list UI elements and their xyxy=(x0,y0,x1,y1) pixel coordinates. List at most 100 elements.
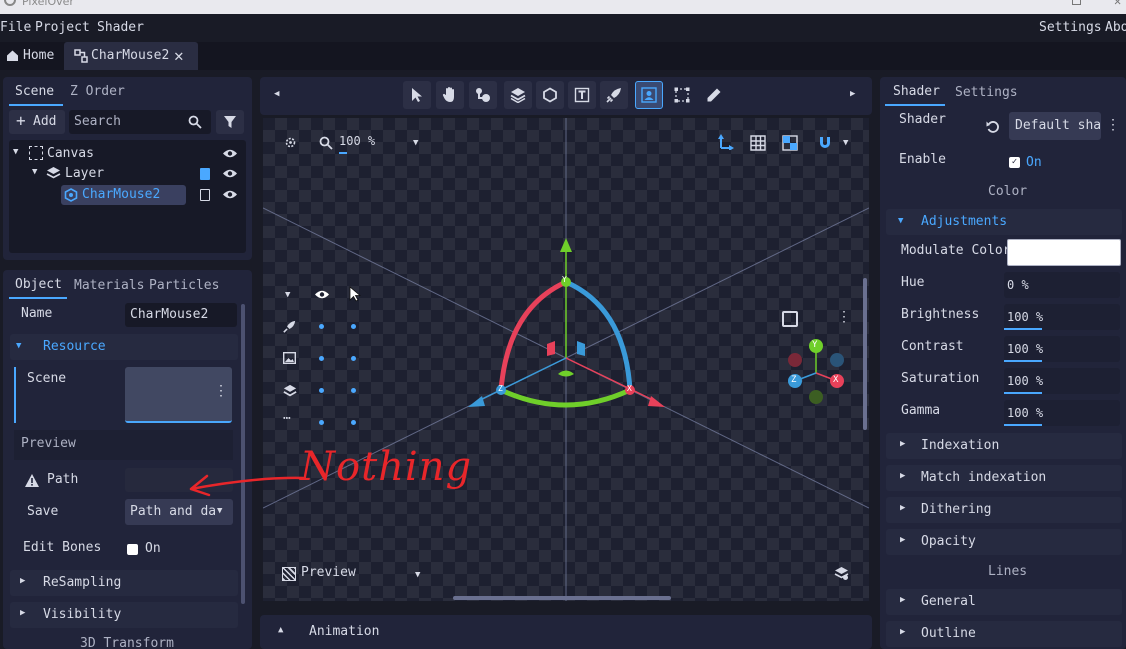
more-icon[interactable]: ⋮ xyxy=(214,383,228,399)
dot-marker[interactable] xyxy=(351,324,356,329)
tree-item-selected[interactable]: CharMouse2 xyxy=(61,185,186,205)
more-horizontal-icon[interactable]: ⋯ xyxy=(283,411,291,426)
tab-charmouse2[interactable]: CharMouse2 ✕ xyxy=(64,42,198,70)
tab-settings[interactable]: Settings xyxy=(955,85,1018,100)
resource-section[interactable]: ▼ Resource xyxy=(10,334,238,360)
tab-materials[interactable]: Materials xyxy=(74,278,144,293)
trash-outline-icon[interactable] xyxy=(200,189,210,201)
tree-expand-icon[interactable]: ▼ xyxy=(32,167,37,177)
adjustments-section[interactable]: ▼ Adjustments xyxy=(886,209,1122,235)
snap-dropdown-icon[interactable]: ▼ xyxy=(843,138,848,148)
edit-bones-checkbox[interactable] xyxy=(127,544,138,555)
tab-object[interactable]: Object xyxy=(15,277,62,292)
tree-expand-icon[interactable]: ▼ xyxy=(13,147,18,157)
preview-dropdown-label[interactable]: Preview xyxy=(301,565,356,580)
vertical-scrollbar[interactable] xyxy=(863,278,867,430)
text-tool-button[interactable] xyxy=(568,81,596,109)
brightness-input[interactable]: 100 % xyxy=(1004,304,1120,330)
dot-marker[interactable] xyxy=(319,356,324,361)
eye-icon[interactable] xyxy=(222,189,238,200)
object-scrollbar[interactable] xyxy=(241,304,245,604)
magnet-icon[interactable] xyxy=(818,136,832,150)
shader-selector[interactable]: Default sha xyxy=(1009,112,1101,140)
menu-file[interactable]: File xyxy=(0,20,31,35)
draw-tool-button[interactable] xyxy=(700,81,728,109)
layer-tool-button[interactable] xyxy=(504,81,532,109)
menu-project[interactable]: Project xyxy=(35,20,90,35)
search-input[interactable]: Search xyxy=(69,110,211,134)
checker-icon[interactable] xyxy=(782,135,798,151)
zoom-value[interactable]: 100 % xyxy=(339,134,375,148)
dot-marker[interactable] xyxy=(351,356,356,361)
maximize-icon[interactable] xyxy=(1072,0,1081,5)
eye-icon[interactable] xyxy=(314,289,330,300)
enable-checkbox[interactable]: ✓ xyxy=(1009,157,1020,168)
viewport[interactable]: Y Z X 100 % ▼ ▼ ▼ ⋯ ⋮ Y X Z Preview ▼ xyxy=(263,118,869,601)
visibility-section[interactable]: ▶ Visibility xyxy=(10,602,238,628)
tree-canvas[interactable]: Canvas xyxy=(47,146,94,161)
polygon-tool-button[interactable] xyxy=(536,81,564,109)
close-window-icon[interactable]: ✕ xyxy=(1114,0,1121,8)
mesh-tool-button[interactable] xyxy=(668,81,696,109)
frame-icon[interactable] xyxy=(782,311,798,327)
tab-home[interactable]: Home xyxy=(0,42,62,70)
grid-icon[interactable] xyxy=(750,135,766,151)
add-button[interactable]: + Add xyxy=(9,110,65,134)
menu-settings[interactable]: Settings xyxy=(1039,20,1102,35)
dot-marker[interactable] xyxy=(319,420,324,425)
particle-tool-button[interactable] xyxy=(600,81,628,109)
name-input[interactable]: CharMouse2 xyxy=(125,303,237,327)
save-dropdown[interactable]: Path and da ▼ xyxy=(125,499,233,525)
close-tab-icon[interactable]: ✕ xyxy=(174,46,184,65)
pan-tool-button[interactable] xyxy=(436,81,464,109)
axis-toggle-icon[interactable] xyxy=(718,134,734,150)
hue-input[interactable]: 0 % xyxy=(1004,272,1120,298)
image-icon[interactable] xyxy=(283,352,296,364)
expand-up-icon[interactable]: ▲ xyxy=(278,625,283,635)
trash-icon[interactable] xyxy=(200,168,210,180)
layers-icon[interactable] xyxy=(283,384,297,398)
outline-section[interactable]: ▶ Outline xyxy=(886,621,1122,647)
render-settings-icon[interactable] xyxy=(834,566,849,581)
resampling-section[interactable]: ▶ ReSampling xyxy=(10,570,238,596)
tab-zorder[interactable]: Z Order xyxy=(70,84,125,99)
eye-icon[interactable] xyxy=(222,148,238,159)
tab-shader[interactable]: Shader xyxy=(893,84,940,99)
match-indexation-section[interactable]: ▶ Match indexation xyxy=(886,465,1122,491)
recenter-icon[interactable] xyxy=(283,135,298,150)
more-icon[interactable]: ⋮ xyxy=(1106,117,1120,133)
scroll-left-icon[interactable]: ◀ xyxy=(274,89,279,99)
dot-marker[interactable] xyxy=(319,324,324,329)
tab-scene[interactable]: Scene xyxy=(15,84,54,99)
bones-tool-button[interactable] xyxy=(469,81,497,109)
scroll-right-icon[interactable]: ▶ xyxy=(850,89,855,99)
gamma-input[interactable]: 100 % xyxy=(1004,400,1120,426)
indexation-section[interactable]: ▶ Indexation xyxy=(886,433,1122,459)
preview-dropdown-icon[interactable]: ▼ xyxy=(415,570,420,580)
transform-tool-button[interactable] xyxy=(635,81,663,109)
opacity-section[interactable]: ▶ Opacity xyxy=(886,529,1122,555)
dot-marker[interactable] xyxy=(351,420,356,425)
horizontal-scrollbar[interactable] xyxy=(453,596,671,600)
saturation-input[interactable]: 100 % xyxy=(1004,368,1120,394)
filter-button[interactable] xyxy=(216,110,244,134)
select-tool-button[interactable] xyxy=(403,81,431,109)
more-icon[interactable]: ⋮ xyxy=(837,309,851,325)
menu-shader[interactable]: Shader xyxy=(97,20,144,35)
scene-resource-slot[interactable]: ⋮ xyxy=(125,367,232,423)
dithering-section[interactable]: ▶ Dithering xyxy=(886,497,1122,523)
menu-about[interactable]: Abo xyxy=(1105,20,1126,35)
general-section[interactable]: ▶ General xyxy=(886,589,1122,615)
eye-icon[interactable] xyxy=(222,168,238,179)
tree-layer[interactable]: Layer xyxy=(65,166,104,181)
zoom-dropdown-icon[interactable]: ▼ xyxy=(413,138,418,148)
dot-marker[interactable] xyxy=(319,388,324,393)
reset-icon[interactable] xyxy=(986,120,1000,134)
rocket-icon[interactable] xyxy=(283,320,296,333)
contrast-input[interactable]: 100 % xyxy=(1004,336,1120,362)
tab-particles[interactable]: Particles xyxy=(149,278,219,293)
dot-marker[interactable] xyxy=(351,388,356,393)
collapse-icon[interactable]: ▼ xyxy=(285,290,290,300)
modulate-color-swatch[interactable] xyxy=(1007,239,1121,266)
animation-panel[interactable]: ▲ Animation xyxy=(260,615,872,649)
